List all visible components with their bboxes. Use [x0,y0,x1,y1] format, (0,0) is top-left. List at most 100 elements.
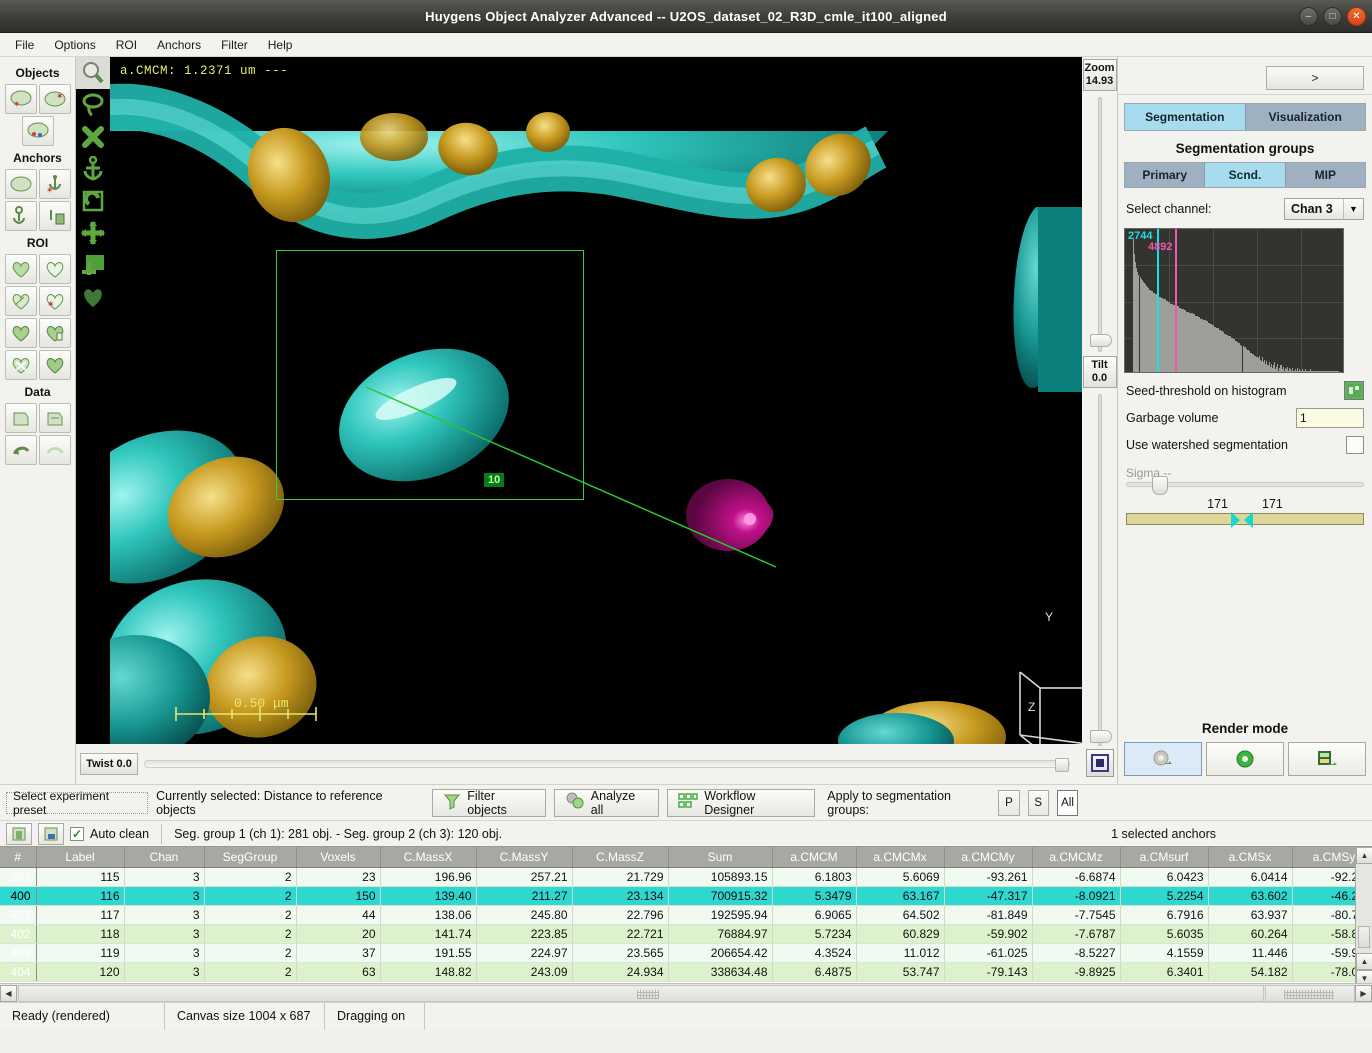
table-cell[interactable]: 243.09 [476,962,572,981]
zoom-indicator[interactable]: Zoom 14.93 [1083,59,1117,91]
menu-options[interactable]: Options [45,35,104,55]
table-cell[interactable]: 6.9065 [772,905,856,924]
table-cell[interactable]: -61.025 [944,943,1032,962]
render-viewport[interactable]: 0.50 μm Y X Z 10 a.CMCM: 1.2371 um --- [76,57,1082,744]
table-cell[interactable]: 5.3479 [772,886,856,905]
lasso-icon[interactable] [76,89,110,121]
table-column-header[interactable]: Label [36,847,124,867]
checker-shape-icon[interactable] [76,281,110,313]
table-cell[interactable]: 37 [296,943,380,962]
table-cell[interactable]: 6.0423 [1120,867,1208,886]
table-cell[interactable]: 245.80 [476,905,572,924]
table-cell[interactable]: 2 [204,905,296,924]
table-cell[interactable]: 5.6035 [1120,924,1208,943]
table-cell[interactable]: -6.6874 [1032,867,1120,886]
table-cell[interactable]: 23 [296,867,380,886]
table-cell[interactable]: 138.06 [380,905,476,924]
tab-segmentation[interactable]: Segmentation [1125,104,1246,130]
table-column-header[interactable]: a.CMsurf [1120,847,1208,867]
table-cell[interactable]: 21.729 [572,867,668,886]
table-column-header[interactable]: a.CMSx [1208,847,1292,867]
table-column-header[interactable]: Sum [668,847,772,867]
histogram[interactable]: 27444892 [1124,228,1344,373]
scroll-thumb[interactable] [1358,926,1370,948]
table-cell[interactable]: 6.7916 [1120,905,1208,924]
table-cell[interactable]: 2 [204,924,296,943]
table-cell[interactable]: 116 [36,886,124,905]
minimize-button[interactable]: – [1299,7,1318,26]
twist-button[interactable]: Twist 0.0 [80,753,138,775]
move-icon[interactable] [76,217,110,249]
table-column-header[interactable]: a.CMCM [772,847,856,867]
anchor-add-icon[interactable]: ✶ [39,169,71,199]
tilt-indicator[interactable]: Tilt 0.0 [1083,356,1117,388]
table-cell[interactable]: 76884.97 [668,924,772,943]
table-column-header[interactable]: C.MassX [380,847,476,867]
workflow-designer-button[interactable]: Workflow Designer [667,789,815,817]
table-cell[interactable]: 3 [124,905,204,924]
table-row[interactable]: 40011632150139.40211.2723.134700915.325.… [0,886,1372,905]
roi-split-icon[interactable] [5,286,37,316]
magnifier-icon[interactable] [76,57,110,89]
table-save-icon[interactable] [38,823,64,845]
table-cell[interactable]: 20 [296,924,380,943]
table-cell[interactable]: 63.167 [856,886,944,905]
table-cell[interactable]: 211.27 [476,886,572,905]
table-cell[interactable]: 191.55 [380,943,476,962]
table-cell[interactable]: 206654.42 [668,943,772,962]
table-horizontal-scrollbar[interactable]: ◀ ▶ [0,983,1372,1002]
table-row-number[interactable]: 400 [0,886,36,905]
table-cell[interactable]: 54.182 [1208,962,1292,981]
analyze-all-button[interactable]: Analyze all [554,789,659,817]
filter-objects-button[interactable]: Filter objects [432,789,546,817]
table-cell[interactable]: 338634.48 [668,962,772,981]
rotate-box-icon[interactable] [76,185,110,217]
table-cell[interactable]: 60.829 [856,924,944,943]
table-cell[interactable]: 2 [204,867,296,886]
anchor-delete-icon[interactable] [39,201,71,231]
table-cell[interactable]: 700915.32 [668,886,772,905]
table-cell[interactable]: -47.317 [944,886,1032,905]
table-cell[interactable]: 2 [204,962,296,981]
seed-threshold-icon[interactable] [1344,381,1364,400]
table-cell[interactable]: 257.21 [476,867,572,886]
table-cell[interactable]: 141.74 [380,924,476,943]
table-cell[interactable]: 3 [124,867,204,886]
objects-table[interactable]: #LabelChanSegGroupVoxelsC.MassXC.MassYC.… [0,846,1372,983]
table-cell[interactable]: 150 [296,886,380,905]
select-experiment-preset-button[interactable]: Select experiment preset [6,792,148,814]
table-cell[interactable]: 196.96 [380,867,476,886]
close-button[interactable]: ✕ [1347,7,1366,26]
table-cell[interactable]: 23.134 [572,886,668,905]
table-cell[interactable]: -81.849 [944,905,1032,924]
data-import-icon[interactable] [39,403,71,433]
table-cell[interactable]: 22.721 [572,924,668,943]
roi-selection-box[interactable] [276,250,584,500]
menu-filter[interactable]: Filter [212,35,257,55]
data-export-icon[interactable] [5,403,37,433]
table-cell[interactable]: 2 [204,886,296,905]
tab-visualization[interactable]: Visualization [1246,104,1366,130]
table-row-number[interactable]: 402 [0,924,36,943]
table-row[interactable]: 4021183220141.74223.8522.72176884.975.72… [0,924,1372,943]
roi-outline-icon[interactable] [39,254,71,284]
table-cell[interactable]: 223.85 [476,924,572,943]
table-column-header[interactable]: C.MassY [476,847,572,867]
roi-delete-icon[interactable]: ✶ [39,286,71,316]
table-column-header[interactable]: Chan [124,847,204,867]
table-cell[interactable]: -7.7545 [1032,905,1120,924]
table-cell[interactable]: 6.0414 [1208,867,1292,886]
scroll-up-button[interactable]: ▲ [1356,847,1372,864]
render-green-gear-icon[interactable] [1206,742,1284,776]
table-column-header[interactable]: a.CMCMx [856,847,944,867]
table-cell[interactable]: 63.602 [1208,886,1292,905]
table-cell[interactable]: 117 [36,905,124,924]
twist-slider-knob[interactable] [1055,758,1069,772]
zoom-slider-knob[interactable] [1090,334,1112,347]
cross-icon[interactable] [76,121,110,153]
apply-all-button[interactable]: All [1057,790,1078,816]
table-cell[interactable]: 3 [124,943,204,962]
table-cell[interactable]: -79.143 [944,962,1032,981]
table-cell[interactable]: -59.902 [944,924,1032,943]
hscroll-thumb-grip[interactable] [637,990,659,999]
